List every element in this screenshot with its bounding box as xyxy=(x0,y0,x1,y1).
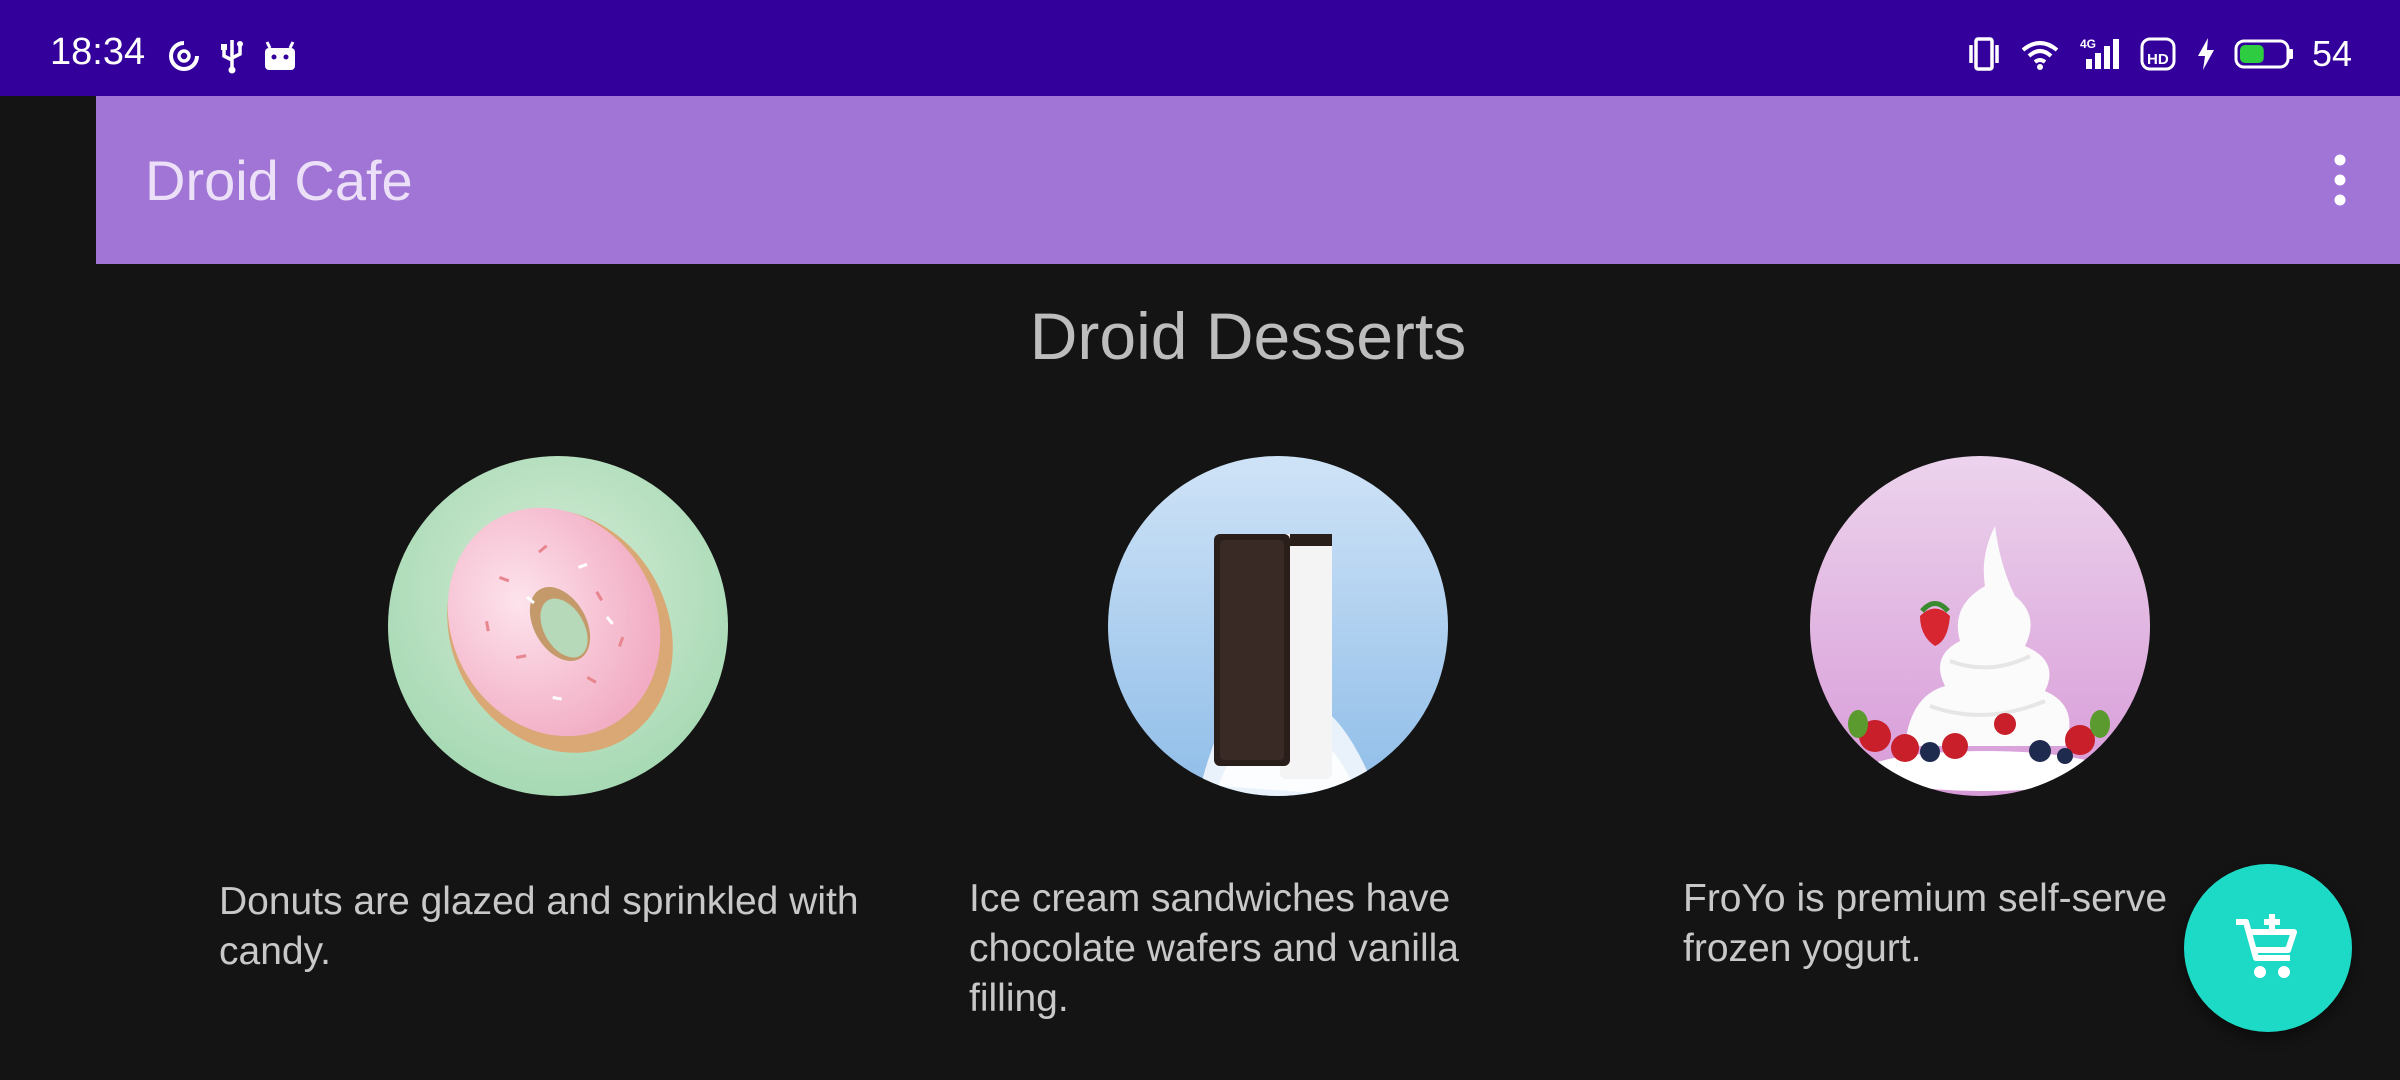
android-icon xyxy=(262,40,298,72)
app-title: Droid Cafe xyxy=(145,149,413,212)
usb-icon xyxy=(218,38,246,74)
charging-icon xyxy=(2196,37,2216,71)
wifi-icon xyxy=(2020,38,2060,70)
battery-percent: 54 xyxy=(2311,33,2352,74)
hotspot-icon xyxy=(166,38,202,74)
add-shopping-cart-icon xyxy=(2232,912,2304,984)
donut-description: Donuts are glazed and sprinkled with can… xyxy=(219,880,859,973)
vibrate-icon xyxy=(1966,37,2002,71)
ice-cream-sandwich-description: Ice cream sandwiches have chocolate wafe… xyxy=(969,877,1459,1020)
page-heading: Droid Desserts xyxy=(1029,299,1467,373)
donut-image[interactable] xyxy=(388,456,728,796)
froyo-description: FroYo is premium self-serve frozen yogur… xyxy=(1683,877,2168,970)
hd-icon: HD xyxy=(2140,37,2178,71)
status-right-icons: 4G HD 54 xyxy=(1966,34,2352,74)
signal-4g-icon: 4G xyxy=(2078,37,2122,71)
status-time: 18:34 xyxy=(50,31,146,73)
froyo-image[interactable] xyxy=(1810,456,2150,796)
app-bar: Droid Cafe xyxy=(96,96,2400,264)
svg-text:4G: 4G xyxy=(2080,37,2096,51)
add-to-cart-fab[interactable] xyxy=(2184,864,2352,1032)
svg-text:HD: HD xyxy=(2147,51,2169,68)
status-left-icons xyxy=(166,38,298,74)
more-vert-icon[interactable] xyxy=(2328,154,2352,206)
status-bar: 18:34 4G HD 54 xyxy=(0,0,2400,96)
ice-cream-sandwich-image[interactable] xyxy=(1108,456,1448,796)
battery-icon xyxy=(2234,39,2294,69)
